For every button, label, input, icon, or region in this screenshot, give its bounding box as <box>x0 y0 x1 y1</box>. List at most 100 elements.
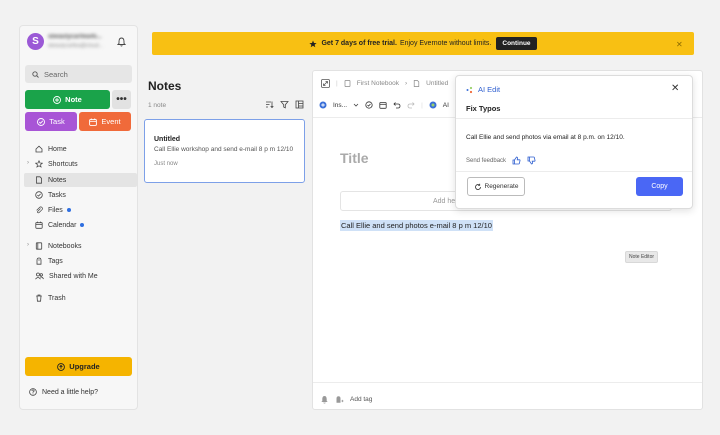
editor-toolbar: Ins... | AI <box>319 101 449 109</box>
note-title-input[interactable]: Title <box>340 150 369 166</box>
ai-edit-title: AI Edit <box>478 85 501 94</box>
sidebar-item-notebooks[interactable]: › Notebooks <box>24 239 137 253</box>
sidebar-item-label: Tags <box>48 257 63 265</box>
help-label: Need a little help? <box>42 388 99 396</box>
search-input[interactable]: Search <box>25 65 132 83</box>
help-icon <box>29 388 37 396</box>
thumbs-down-icon[interactable] <box>527 156 536 165</box>
sidebar-item-trash[interactable]: Trash <box>24 291 137 305</box>
avatar[interactable]: S <box>27 33 44 50</box>
new-task-label: Task <box>49 117 65 126</box>
add-tag-icon[interactable] <box>335 395 344 404</box>
chevron-right-icon[interactable]: › <box>27 242 29 248</box>
calendar-icon[interactable] <box>379 101 387 109</box>
continue-button[interactable]: Continue <box>496 37 537 50</box>
note-card-title: Untitled <box>154 136 181 143</box>
sidebar-item-shared[interactable]: Shared with Me <box>24 269 137 283</box>
upgrade-icon <box>57 362 66 371</box>
upgrade-button[interactable]: Upgrade <box>25 357 132 376</box>
sidebar-item-shortcuts[interactable]: › Shortcuts <box>24 157 137 171</box>
banner-text: Enjoy Evernote without limits. <box>399 40 492 47</box>
new-note-button[interactable]: Note <box>25 90 110 109</box>
notes-list-title: Notes <box>148 79 182 93</box>
copy-button[interactable]: Copy <box>636 177 683 196</box>
check-circle-icon <box>37 117 46 126</box>
new-note-label: Note <box>65 95 82 104</box>
ai-edit-panel: AI Edit ✕ Fix Typos Call Ellie and send … <box>455 75 693 209</box>
account-name[interactable]: sbeautycarltea45... <box>48 34 110 40</box>
sidebar-item-files[interactable]: Files <box>24 203 137 217</box>
sidebar-item-label: Shared with Me <box>49 272 98 280</box>
banner-headline: Get 7 days of free trial. <box>321 40 397 47</box>
search-icon <box>32 70 39 78</box>
sidebar-item-notes[interactable]: Notes <box>24 173 137 187</box>
people-icon <box>35 272 44 280</box>
sort-icon[interactable] <box>265 100 274 109</box>
notebook-icon <box>35 242 43 250</box>
editor-footer: Add tag <box>320 395 372 404</box>
chevron-right-icon[interactable]: › <box>27 160 29 166</box>
unread-dot <box>66 208 71 212</box>
note-body-selected-text[interactable]: Call Ellie and send photos e-mail 8 p m … <box>340 220 493 231</box>
calendar-icon <box>35 221 43 229</box>
trial-banner: Get 7 days of free trial. Enjoy Evernote… <box>152 32 694 55</box>
regenerate-button[interactable]: Regenerate <box>467 177 525 196</box>
breadcrumb-notebook[interactable]: First Notebook <box>357 80 399 87</box>
calendar-icon <box>89 118 98 126</box>
add-heading-label: Add he <box>433 197 456 205</box>
thumbs-up-icon[interactable] <box>512 156 521 165</box>
check-circle-icon <box>35 191 43 199</box>
ai-action-title: Fix Typos <box>466 104 501 113</box>
breadcrumb-note[interactable]: Untitled <box>426 80 448 87</box>
help-link[interactable]: Need a little help? <box>29 388 98 396</box>
sidebar-item-home[interactable]: Home <box>24 142 137 156</box>
ai-icon <box>429 101 437 109</box>
undo-icon[interactable] <box>393 101 401 109</box>
sidebar-item-label: Notebooks <box>48 242 82 250</box>
chevron-down-icon[interactable] <box>353 102 359 108</box>
close-icon[interactable]: ✕ <box>671 83 679 94</box>
sidebar-item-label: Files <box>48 206 63 214</box>
new-event-button[interactable]: Event <box>79 112 131 131</box>
sidebar-item-tasks[interactable]: Tasks <box>24 188 137 202</box>
ai-button[interactable]: AI <box>443 102 449 109</box>
notebook-icon <box>344 80 351 87</box>
redo-icon[interactable] <box>407 101 415 109</box>
sidebar-item-label: Shortcuts <box>48 160 78 168</box>
new-task-button[interactable]: Task <box>25 112 77 131</box>
sidebar-item-calendar[interactable]: Calendar <box>24 218 137 232</box>
note-icon <box>36 176 42 184</box>
breadcrumb: | First Notebook › Untitled <box>321 79 448 88</box>
sparkle-icon <box>466 86 473 93</box>
view-layout-icon[interactable] <box>295 100 304 109</box>
feedback-row: Send feedback <box>466 156 536 165</box>
note-card-snippet: Call Ellie workshop and send e-mail 8 p … <box>154 146 294 153</box>
note-icon <box>414 80 420 87</box>
chevron-right-icon: › <box>404 80 408 87</box>
close-icon[interactable]: ✕ <box>676 40 683 49</box>
sidebar-item-label: Home <box>48 145 67 153</box>
bell-icon[interactable] <box>117 37 126 47</box>
star-icon <box>309 40 318 47</box>
sidebar-item-label: Notes <box>48 176 67 184</box>
sidebar-item-label: Calendar <box>48 221 77 229</box>
upgrade-label: Upgrade <box>69 362 100 371</box>
note-card-time: Just now <box>154 161 178 167</box>
note-card[interactable]: Untitled Call Ellie workshop and send e-… <box>144 119 305 183</box>
expand-icon[interactable] <box>321 79 330 88</box>
add-tag-input[interactable]: Add tag <box>350 396 372 403</box>
divider <box>456 118 692 119</box>
sidebar-item-tags[interactable]: Tags <box>24 254 137 268</box>
unread-dot <box>80 223 85 227</box>
reminder-bell-icon[interactable] <box>320 395 329 404</box>
insert-icon <box>319 101 327 109</box>
task-check-icon[interactable] <box>365 101 373 109</box>
sidebar: S sbeautycarltea45... sbeautycarltea@icl… <box>19 25 138 410</box>
more-options-button[interactable]: ••• <box>112 90 131 109</box>
insert-button[interactable]: Ins... <box>333 102 347 109</box>
plus-circle-icon <box>53 95 62 104</box>
trash-icon <box>36 294 42 302</box>
ai-edit-header: AI Edit <box>466 85 500 94</box>
filter-icon[interactable] <box>280 100 289 109</box>
footer-divider <box>313 382 702 383</box>
